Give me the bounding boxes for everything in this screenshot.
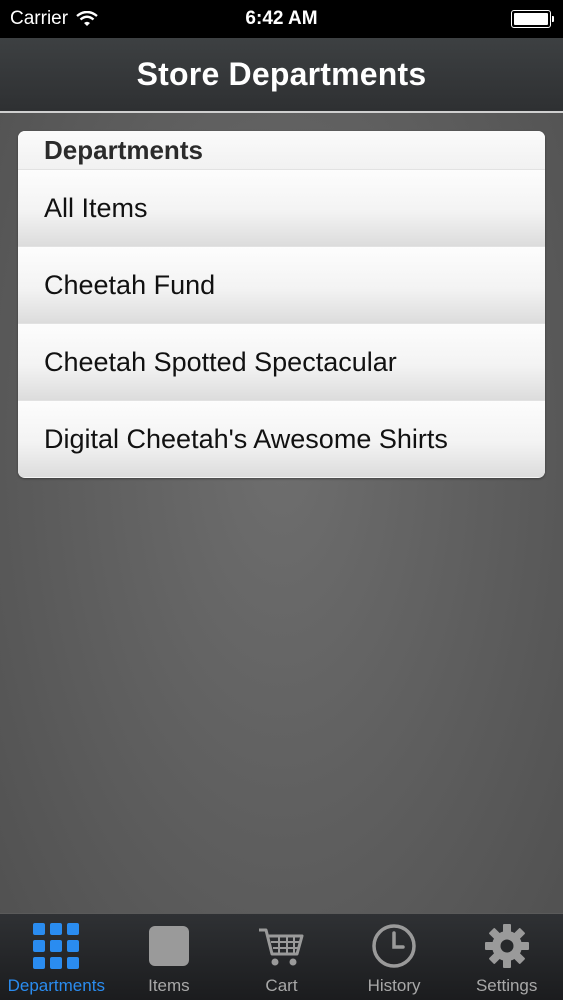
tab-label: Cart	[265, 976, 298, 995]
status-time: 6:42 AM	[245, 8, 318, 29]
status-bar: Carrier 6:42 AM	[0, 0, 563, 38]
tab-items[interactable]: Items	[113, 914, 226, 1000]
department-row[interactable]: Cheetah Spotted Spectacular	[18, 323, 545, 400]
departments-list: Departments All Items Cheetah Fund Cheet…	[18, 131, 545, 478]
gear-icon	[483, 922, 531, 970]
square-icon	[145, 922, 193, 970]
department-row[interactable]: Digital Cheetah's Awesome Shirts	[18, 400, 545, 477]
department-row[interactable]: Cheetah Fund	[18, 246, 545, 323]
section-header: Departments	[18, 131, 545, 169]
battery-icon	[511, 10, 554, 28]
navigation-bar: Store Departments	[0, 38, 563, 113]
tab-label: History	[367, 976, 421, 995]
tab-label: Settings	[475, 976, 538, 995]
grid-icon	[32, 922, 80, 970]
department-row[interactable]: All Items	[18, 169, 545, 246]
tab-bar: Departments Items Cart History Settings	[0, 913, 563, 1000]
page-title: Store Departments	[136, 56, 427, 92]
tab-label: Items	[148, 976, 190, 995]
tab-label: Departments	[7, 976, 105, 995]
cart-icon	[257, 922, 305, 970]
tab-settings[interactable]: Settings	[450, 914, 563, 1000]
tab-history[interactable]: History	[338, 914, 451, 1000]
tab-departments[interactable]: Departments	[0, 914, 113, 1000]
clock-icon	[370, 922, 418, 970]
tab-cart[interactable]: Cart	[225, 914, 338, 1000]
